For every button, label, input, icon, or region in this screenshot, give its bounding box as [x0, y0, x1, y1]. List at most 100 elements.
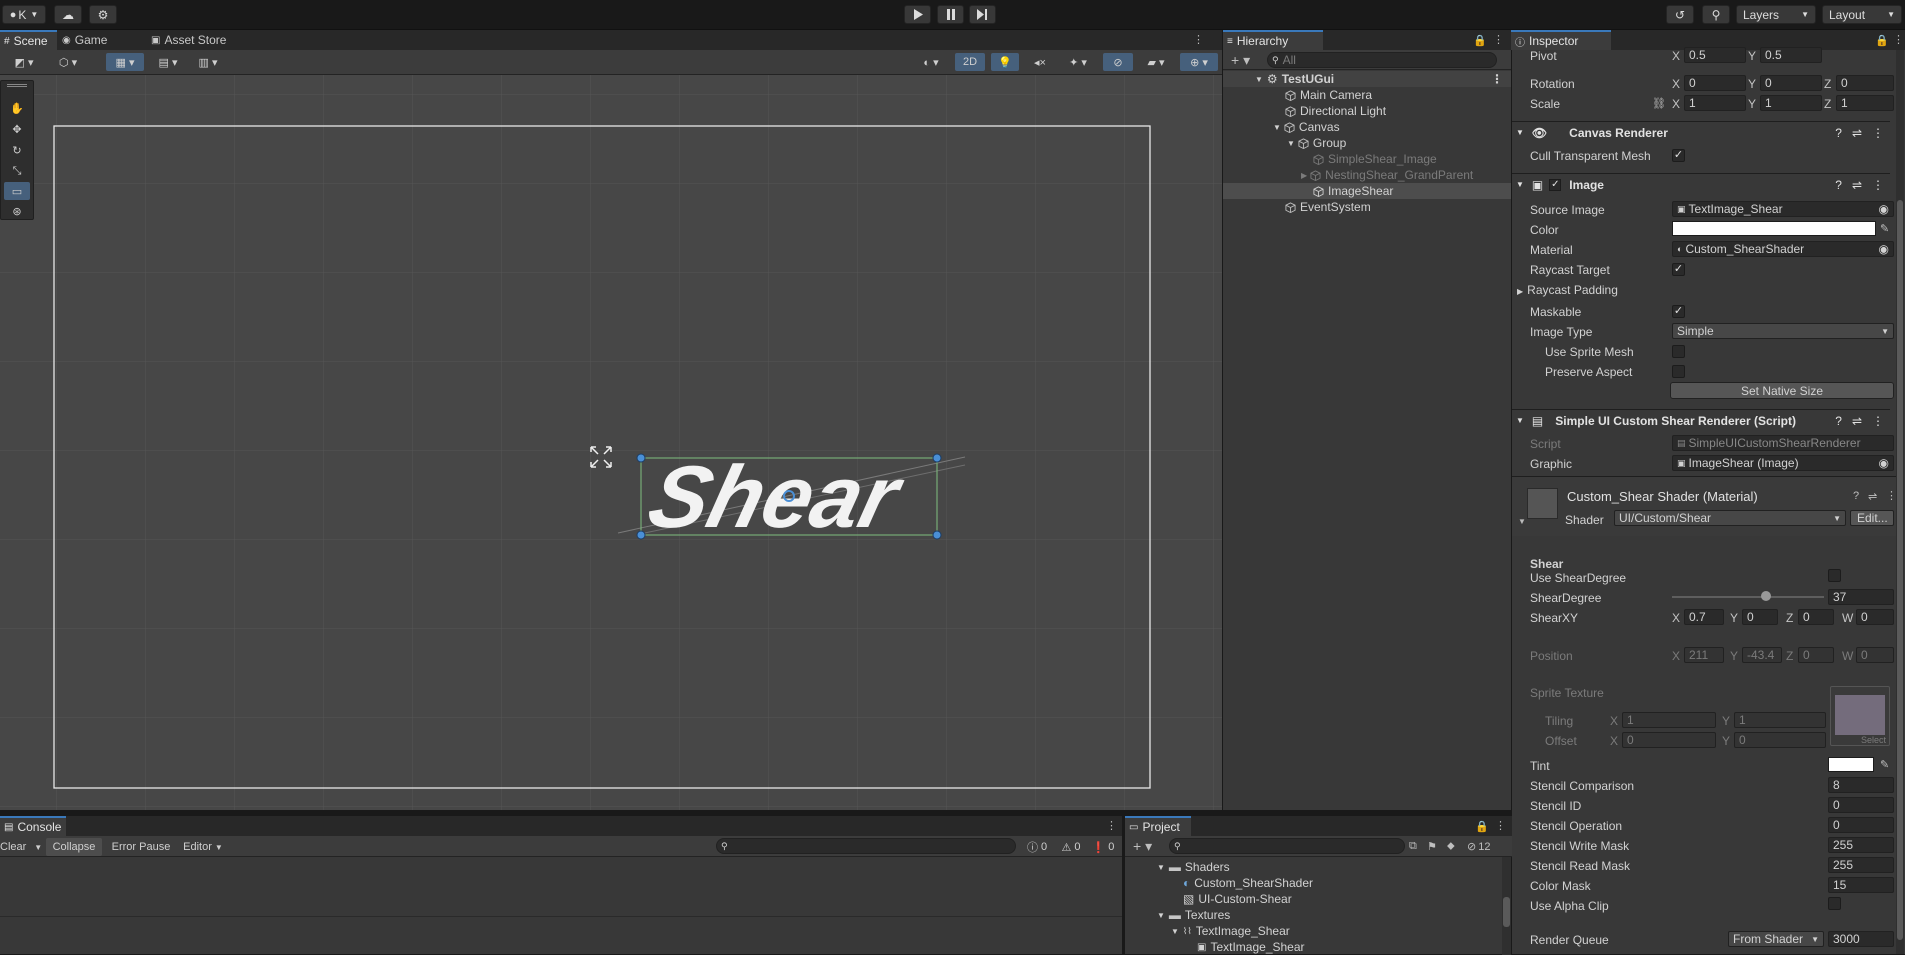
- asset-item-textimage-shear-sprite[interactable]: ▣ TextImage_Shear: [1125, 939, 1358, 955]
- preset-icon[interactable]: ⇌: [1852, 178, 1862, 192]
- console-search-input[interactable]: ⚲: [716, 838, 1016, 854]
- shear-degree-slider-track[interactable]: [1672, 596, 1824, 598]
- edit-shader-button[interactable]: Edit...: [1850, 510, 1894, 526]
- rotation-y-field[interactable]: 0: [1760, 75, 1822, 91]
- raycast-target-checkbox[interactable]: ✓: [1672, 263, 1685, 276]
- collapse-toggle[interactable]: Collapse: [46, 838, 102, 856]
- collab-button[interactable]: ⚙: [89, 5, 117, 24]
- asset-item-textimage-shear[interactable]: ▼ ⌇⌇ TextImage_Shear: [1125, 923, 1358, 939]
- error-pause-toggle[interactable]: Error Pause: [106, 838, 176, 856]
- search-button[interactable]: ⚲: [1702, 5, 1730, 24]
- rotate-tool-button[interactable]: ↻: [4, 141, 30, 159]
- image-header[interactable]: ▼ ▣ ✓ Image ? ⇌ ⋮: [1512, 173, 1890, 195]
- source-image-field[interactable]: ▣ TextImage_Shear ◉: [1672, 201, 1894, 217]
- set-native-size-button[interactable]: Set Native Size: [1670, 382, 1894, 399]
- tint-color-swatch[interactable]: [1828, 757, 1874, 772]
- more-icon[interactable]: ⋮: [1872, 178, 1884, 192]
- scale-z-field[interactable]: 1: [1836, 95, 1894, 111]
- layout-dropdown[interactable]: Layout ▼: [1822, 5, 1902, 24]
- shear-x-field[interactable]: 0.7: [1684, 609, 1724, 625]
- folder-item-shaders[interactable]: ▼ ▬ Shaders: [1125, 859, 1358, 875]
- sprite-texture-slot[interactable]: Select: [1830, 686, 1890, 746]
- object-picker-icon[interactable]: ◉: [1879, 242, 1889, 256]
- cull-transparent-mesh-checkbox[interactable]: ✓: [1672, 149, 1685, 162]
- undo-history-button[interactable]: ↺: [1666, 5, 1694, 24]
- tree-item-simpleshear-image[interactable]: SimpleShear_Image: [1223, 151, 1456, 167]
- snap-increment-dropdown[interactable]: ▤ ▾: [150, 53, 186, 71]
- tab-console[interactable]: ▤ Console: [0, 816, 66, 836]
- help-icon[interactable]: ?: [1835, 414, 1842, 428]
- tab-asset-store[interactable]: ▣ Asset Store: [147, 30, 237, 50]
- shear-y-field[interactable]: 0: [1742, 609, 1778, 625]
- align-dropdown[interactable]: ▥ ▾: [190, 53, 226, 71]
- warning-filter-toggle[interactable]: ⚠ 0: [1056, 838, 1086, 856]
- tree-item-directional-light[interactable]: Directional Light: [1223, 103, 1456, 119]
- enable-checkbox[interactable]: ✓: [1549, 178, 1562, 191]
- stencil-write-mask-field[interactable]: 255: [1828, 837, 1894, 853]
- help-icon[interactable]: ?: [1835, 178, 1842, 192]
- more-icon[interactable]: ⋮: [1872, 126, 1884, 140]
- error-filter-toggle[interactable]: ❗ 0: [1088, 838, 1118, 856]
- hierarchy-search-input[interactable]: ⚲ All: [1267, 52, 1497, 68]
- tree-item-nestingshear-grandparent[interactable]: ▶ NestingShear_GrandParent: [1223, 167, 1513, 183]
- object-picker-icon[interactable]: ◉: [1879, 456, 1889, 470]
- stencil-id-field[interactable]: 0: [1828, 797, 1894, 813]
- shading-mode-dropdown[interactable]: ◩ ▾: [6, 53, 42, 71]
- label-icon[interactable]: ⬥: [1447, 840, 1455, 853]
- stencil-comparison-field[interactable]: 8: [1828, 777, 1894, 793]
- preset-icon[interactable]: ⇌: [1852, 126, 1862, 140]
- more-icon[interactable]: ⋮: [1491, 72, 1503, 86]
- asset-item-custom-shearshader[interactable]: ◐ Custom_ShearShader: [1125, 875, 1358, 891]
- tab-inspector[interactable]: ⓘ Inspector: [1511, 30, 1611, 50]
- rect-handle[interactable]: [932, 453, 942, 463]
- hidden-packages-icon[interactable]: ⊘ 12: [1467, 840, 1490, 853]
- graphic-field[interactable]: ▣ ImageShear (Image) ◉: [1672, 455, 1894, 471]
- hand-tool-button[interactable]: ✋: [4, 99, 30, 117]
- more-icon[interactable]: ⋮: [1493, 33, 1504, 46]
- log-filter-toggle[interactable]: ⓘ 0: [1022, 838, 1052, 856]
- inspector-scrollbar[interactable]: [1896, 50, 1904, 954]
- raycast-padding-foldout[interactable]: ▶ Raycast Padding: [1517, 283, 1618, 297]
- fold-arrow-icon[interactable]: ▼: [1518, 517, 1526, 526]
- preset-icon[interactable]: ⇌: [1852, 414, 1862, 428]
- cloud-button[interactable]: ☁: [54, 5, 82, 24]
- move-tool-button[interactable]: ✥: [4, 120, 30, 138]
- more-icon[interactable]: ⋮: [1495, 819, 1506, 832]
- filter-icon[interactable]: ⚑: [1427, 840, 1437, 853]
- palette-grip-icon[interactable]: [7, 84, 27, 87]
- effects-dropdown[interactable]: ✦ ▾: [1060, 53, 1096, 71]
- scrollbar-thumb[interactable]: [1897, 200, 1903, 940]
- tab-scene[interactable]: # Scene: [0, 30, 57, 50]
- rect-tool-button[interactable]: ▭: [4, 182, 30, 200]
- shear-z-field[interactable]: 0: [1798, 609, 1834, 625]
- grid-snap-toggle[interactable]: ▦ ▾: [106, 53, 144, 71]
- eyedropper-icon[interactable]: ✎: [1880, 758, 1889, 771]
- object-picker-icon[interactable]: ◉: [1879, 202, 1889, 216]
- script-component-header[interactable]: ▼ ▤ Simple UI Custom Shear Renderer (Scr…: [1512, 409, 1890, 431]
- select-label[interactable]: Select: [1861, 735, 1886, 745]
- more-icon[interactable]: ⋮: [1872, 414, 1884, 428]
- use-shear-degree-checkbox[interactable]: [1828, 569, 1841, 582]
- lock-icon[interactable]: 🔒: [1475, 820, 1489, 833]
- canvas-renderer-header[interactable]: ▼ 👁 Canvas Renderer ? ⇌ ⋮: [1512, 121, 1890, 143]
- image-type-dropdown[interactable]: Simple ▼: [1672, 323, 1894, 339]
- render-queue-field[interactable]: 3000: [1828, 931, 1894, 947]
- scale-tool-button[interactable]: ⤡: [4, 162, 30, 180]
- scale-y-field[interactable]: 1: [1760, 95, 1822, 111]
- lock-icon[interactable]: 🔒: [1875, 34, 1889, 47]
- link-scale-icon[interactable]: ⛓: [1652, 97, 1666, 110]
- help-icon[interactable]: ?: [1853, 490, 1859, 502]
- tree-item-canvas[interactable]: ▼ Canvas: [1223, 119, 1456, 135]
- add-icon[interactable]: + ▾: [1133, 838, 1152, 855]
- preset-icon[interactable]: ⇌: [1868, 490, 1877, 503]
- draw-mode-dropdown[interactable]: ◐ ▾: [912, 53, 950, 71]
- pivot-y-field[interactable]: 0.5: [1760, 47, 1822, 63]
- eyedropper-icon[interactable]: ✎: [1880, 222, 1889, 235]
- use-sprite-mesh-checkbox[interactable]: [1672, 345, 1685, 358]
- rotation-x-field[interactable]: 0: [1684, 75, 1746, 91]
- editor-dropdown[interactable]: Editor ▼: [178, 838, 228, 856]
- account-dropdown[interactable]: ● K ▼: [2, 5, 46, 24]
- lighting-toggle[interactable]: 💡: [991, 53, 1019, 71]
- color-swatch[interactable]: [1672, 221, 1876, 236]
- tree-item-main-camera[interactable]: Main Camera: [1223, 87, 1456, 103]
